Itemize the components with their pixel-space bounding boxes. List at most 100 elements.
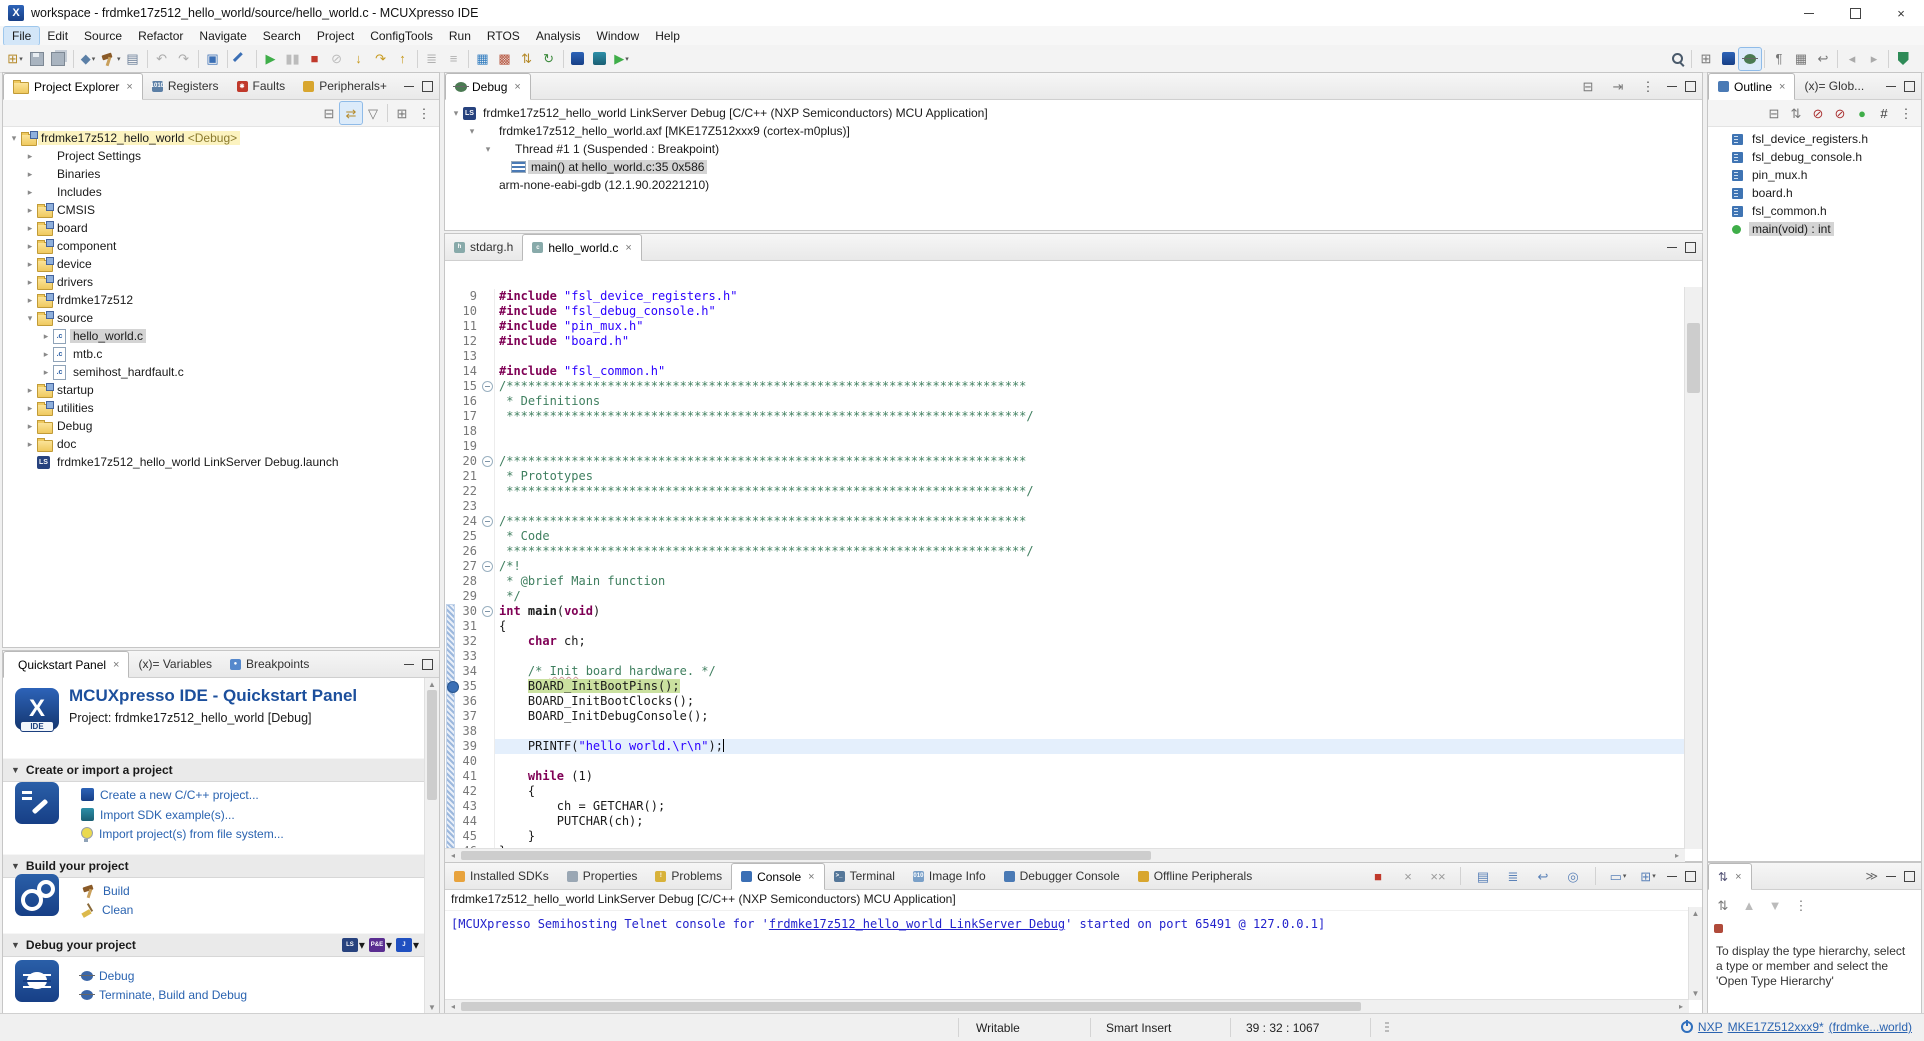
code-line-25[interactable]: 25 * Code bbox=[445, 529, 1685, 544]
display-selected-console-icon[interactable]: ▭▾ bbox=[1607, 865, 1629, 887]
code-line-24[interactable]: 24/*************************************… bbox=[445, 514, 1685, 529]
twistie-icon[interactable]: ▸ bbox=[23, 295, 37, 306]
debug-item-frdmke17z512-hello-world-linkserver-debu[interactable]: ▾LSfrdmke17z512_hello_world LinkServer D… bbox=[445, 104, 1702, 122]
view-layout-icon[interactable]: ⊟ bbox=[1577, 75, 1599, 97]
project-item-drivers[interactable]: ▸drivers bbox=[3, 273, 439, 291]
jlink-probe-icon[interactable]: J bbox=[396, 938, 412, 952]
save-icon[interactable] bbox=[26, 48, 48, 70]
close-icon[interactable]: × bbox=[1779, 81, 1785, 93]
breakpoint-icon[interactable] bbox=[447, 681, 459, 693]
open-console-icon[interactable]: ⊞▾ bbox=[1637, 865, 1659, 887]
twistie-icon[interactable]: ▸ bbox=[23, 241, 37, 252]
maximize-view-icon[interactable] bbox=[1904, 81, 1915, 92]
code-line-34[interactable]: 34 /* Init board hardware. */ bbox=[445, 664, 1685, 679]
twistie-icon[interactable]: ▸ bbox=[23, 421, 37, 432]
project-item-binaries[interactable]: ▸10Binaries bbox=[3, 165, 439, 183]
menu-project[interactable]: Project bbox=[309, 27, 362, 45]
twistie-icon[interactable]: ▸ bbox=[39, 367, 53, 378]
code-line-45[interactable]: 45 } bbox=[445, 829, 1685, 844]
twistie-icon[interactable]: ▸ bbox=[39, 349, 53, 360]
debug-item-frdmke17z512-hello-world-axf-mke17z512xx[interactable]: ▾frdmke17z512_hello_world.axf [MKE17Z512… bbox=[445, 122, 1702, 140]
twistie-icon[interactable]: ▸ bbox=[23, 259, 37, 270]
remove-launch-icon[interactable]: × bbox=[1397, 865, 1419, 887]
link-debug-context-icon[interactable]: ⇥ bbox=[1607, 75, 1629, 97]
tab-hello-world-c[interactable]: chello_world.c× bbox=[522, 234, 641, 261]
menu-analysis[interactable]: Analysis bbox=[528, 27, 589, 45]
new-c-project-icon[interactable] bbox=[567, 48, 589, 70]
close-icon[interactable]: × bbox=[625, 242, 631, 254]
tab-debugger-console[interactable]: Debugger Console bbox=[995, 863, 1129, 889]
code-line-14[interactable]: 14#include "fsl_common.h" bbox=[445, 364, 1685, 379]
outline-item-fsl-common-h[interactable]: fsl_common.h bbox=[1708, 202, 1921, 220]
show-supertype-icon[interactable]: ▲ bbox=[1738, 894, 1760, 916]
project-item-cmsis[interactable]: ▸CMSIS bbox=[3, 201, 439, 219]
twistie-icon[interactable]: ▸ bbox=[23, 439, 37, 450]
device-link[interactable]: MKE17Z512xxx9* bbox=[1728, 1020, 1824, 1034]
code-line-18[interactable]: 18 bbox=[445, 424, 1685, 439]
twistie-icon[interactable]: ▸ bbox=[23, 223, 37, 234]
debug-item-arm-none-eabi-gdb-12-1-90-20221210-[interactable]: arm-none-eabi-gdb (12.1.90.20221210) bbox=[445, 176, 1702, 194]
code-line-22[interactable]: 22 *************************************… bbox=[445, 484, 1685, 499]
code-editor[interactable]: 9#include "fsl_device_registers.h"10#inc… bbox=[445, 287, 1685, 849]
outline-item-pin-mux-h[interactable]: pin_mux.h bbox=[1708, 166, 1921, 184]
view-menu-icon[interactable]: ⋮ bbox=[1895, 102, 1917, 124]
project-link[interactable]: (frdmke...world) bbox=[1829, 1020, 1912, 1034]
link-create-a-new-c-c-project-[interactable]: Create a new C/C++ project... bbox=[81, 785, 259, 804]
code-line-21[interactable]: 21 * Prototypes bbox=[445, 469, 1685, 484]
new-class-icon[interactable]: ▩ bbox=[494, 48, 516, 70]
code-line-30[interactable]: 30int main(void) bbox=[445, 604, 1685, 619]
debug-perspective-icon[interactable] bbox=[1739, 48, 1761, 70]
clear-console-icon[interactable]: ▤ bbox=[1472, 865, 1494, 887]
close-icon[interactable]: × bbox=[113, 659, 119, 671]
step-into-icon[interactable]: ↓ bbox=[348, 48, 370, 70]
code-line-28[interactable]: 28 * @brief Main function bbox=[445, 574, 1685, 589]
maximize-view-icon[interactable] bbox=[1685, 242, 1696, 253]
terminate-icon[interactable]: ■ bbox=[304, 48, 326, 70]
instruction-stepping-icon[interactable]: ≣ bbox=[421, 48, 443, 70]
forward-icon[interactable]: ▸ bbox=[1863, 48, 1885, 70]
filter-icon[interactable]: ▽ bbox=[362, 102, 384, 124]
console-hscrollbar[interactable]: ◂ ▸ bbox=[445, 999, 1689, 1013]
project-item-hello-world-c[interactable]: ▸.chello_world.c bbox=[3, 327, 439, 345]
collapse-all-icon[interactable]: ⊟ bbox=[318, 102, 340, 124]
code-line-33[interactable]: 33 bbox=[445, 649, 1685, 664]
twistie-icon[interactable]: ▸ bbox=[23, 205, 37, 216]
menu-search[interactable]: Search bbox=[255, 27, 309, 45]
project-item-frdmke17z512-hello-world-linkserver-debu[interactable]: LSfrdmke17z512_hello_world LinkServer De… bbox=[3, 453, 439, 471]
code-line-29[interactable]: 29 */ bbox=[445, 589, 1685, 604]
section-create-or-import-a-project[interactable]: ▼Create or import a project bbox=[3, 758, 425, 782]
twistie-icon[interactable]: ▾ bbox=[23, 313, 37, 324]
fold-minus-icon[interactable] bbox=[482, 516, 493, 527]
code-line-43[interactable]: 43 ch = GETCHAR(); bbox=[445, 799, 1685, 814]
twistie-icon[interactable]: ▾ bbox=[465, 126, 479, 137]
link-build[interactable]: Build bbox=[81, 881, 130, 900]
working-sets-icon[interactable]: ⊞ bbox=[391, 102, 413, 124]
scroll-lock-icon[interactable]: ≣ bbox=[1502, 865, 1524, 887]
save-all-icon[interactable] bbox=[48, 48, 70, 70]
tab-breakpoints[interactable]: ●Breakpoints bbox=[221, 651, 318, 677]
open-type-icon[interactable]: ▦ bbox=[472, 48, 494, 70]
menu-window[interactable]: Window bbox=[589, 27, 648, 45]
code-line-44[interactable]: 44 PUTCHAR(ch); bbox=[445, 814, 1685, 829]
view-menu-icon[interactable]: ⋮ bbox=[1637, 75, 1659, 97]
nxp-link[interactable]: NXP bbox=[1698, 1020, 1723, 1034]
fold-minus-icon[interactable] bbox=[482, 606, 493, 617]
tab-console[interactable]: Console× bbox=[731, 863, 824, 890]
menu-file[interactable]: File bbox=[4, 27, 39, 45]
build-variables-icon[interactable]: ◆▾ bbox=[77, 48, 99, 70]
menu-navigate[interactable]: Navigate bbox=[191, 27, 254, 45]
code-line-13[interactable]: 13 bbox=[445, 349, 1685, 364]
maximize-view-icon[interactable] bbox=[1685, 81, 1696, 92]
editor-hscrollbar[interactable]: ◂ ▸ bbox=[445, 848, 1685, 862]
menu-edit[interactable]: Edit bbox=[39, 27, 76, 45]
project-item-board[interactable]: ▸board bbox=[3, 219, 439, 237]
word-wrap-icon[interactable]: ↩ bbox=[1812, 48, 1834, 70]
import-sdk-icon[interactable] bbox=[589, 48, 611, 70]
code-line-39[interactable]: 39 PRINTF("hello world.\r\n"); bbox=[445, 739, 1685, 754]
project-item-device[interactable]: ▸device bbox=[3, 255, 439, 273]
hide-non-public-icon[interactable]: ● bbox=[1851, 102, 1873, 124]
code-line-38[interactable]: 38 bbox=[445, 724, 1685, 739]
sort-icon[interactable]: ⇅ bbox=[1785, 102, 1807, 124]
code-line-11[interactable]: 11#include "pin_mux.h" bbox=[445, 319, 1685, 334]
suspend-icon[interactable]: ▮▮ bbox=[282, 48, 304, 70]
